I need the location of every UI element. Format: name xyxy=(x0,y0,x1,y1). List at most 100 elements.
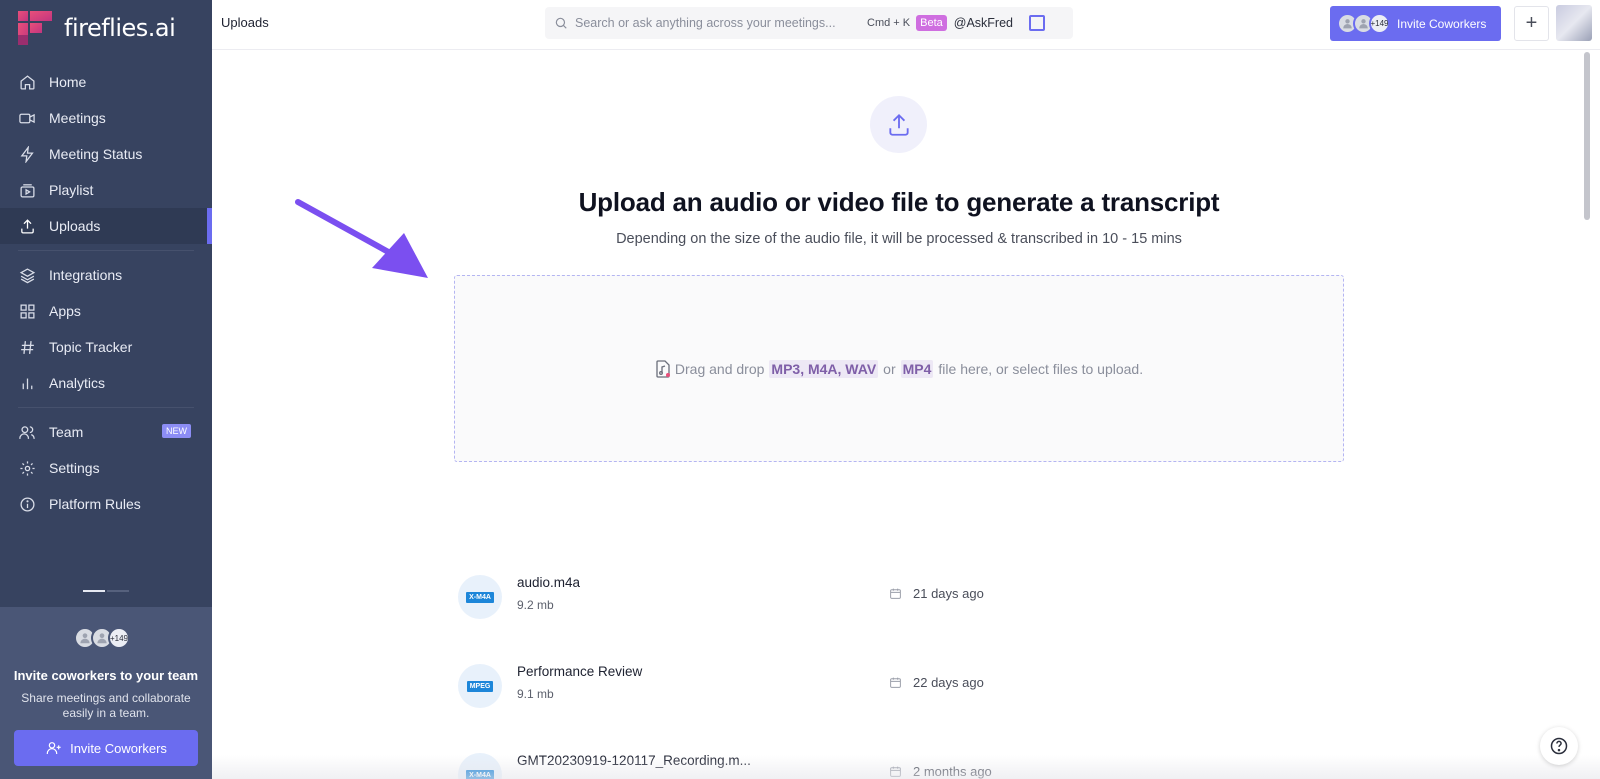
file-date-label: 2 months ago xyxy=(913,764,992,779)
bar-chart-icon xyxy=(18,374,36,392)
sidebar-item-team[interactable]: Team NEW xyxy=(0,414,212,450)
sidebar-item-label: Apps xyxy=(49,303,81,319)
playlist-icon xyxy=(18,181,36,199)
sidebar-item-label: Integrations xyxy=(49,267,123,283)
invite-button-label: Invite Coworkers xyxy=(70,740,167,756)
file-dropzone[interactable]: Drag and drop MP3, M4A, WAV or MP4 file … xyxy=(454,275,1344,462)
sidebar-item-uploads[interactable]: Uploads xyxy=(0,208,212,244)
sidebar-item-apps[interactable]: Apps xyxy=(0,293,212,329)
upload-subtitle: Depending on the size of the audio file,… xyxy=(616,231,1182,247)
info-icon xyxy=(18,495,36,513)
file-audio-icon xyxy=(655,359,671,378)
invite-panel: +149 Invite coworkers to your team Share… xyxy=(0,607,212,779)
invite-top-label: Invite Coworkers xyxy=(1397,16,1487,31)
dropzone-prefix: Drag and drop xyxy=(674,360,765,377)
user-avatar[interactable] xyxy=(1556,5,1592,41)
search-shortcut: Cmd + K xyxy=(867,17,911,29)
sidebar-item-label: Team xyxy=(49,424,84,440)
sidebar-item-label: Settings xyxy=(49,460,100,476)
layers-icon xyxy=(18,266,36,284)
sidebar-item-settings[interactable]: Settings xyxy=(0,450,212,486)
search-bar[interactable]: Search or ask anything across your meeti… xyxy=(545,7,1073,39)
file-row[interactable]: X-M4A audio.m4a 9.2 mb 21 days ago xyxy=(458,568,1348,626)
video-icon xyxy=(18,109,36,127)
new-badge: NEW xyxy=(162,424,191,438)
dropzone-format-mp4: MP4 xyxy=(900,359,934,378)
file-row[interactable]: X-M4A GMT20230919-120117_Recording.m... … xyxy=(458,746,1348,779)
fireflies-logo-icon xyxy=(18,11,52,45)
pointer-arrow-icon xyxy=(292,196,432,286)
sidebar-item-topic-tracker[interactable]: Topic Tracker xyxy=(0,329,212,365)
calendar-icon xyxy=(890,588,901,599)
file-name[interactable]: audio.m4a xyxy=(517,575,580,590)
sidebar-item-playlist[interactable]: Playlist xyxy=(0,172,212,208)
file-type-icon: X-M4A xyxy=(458,753,502,779)
sidebar-item-platform-rules[interactable]: Platform Rules xyxy=(0,486,212,522)
file-name[interactable]: GMT20230919-120117_Recording.m... xyxy=(517,753,751,768)
upload-title: Upload an audio or video file to generat… xyxy=(578,187,1220,217)
invite-coworkers-top-button[interactable]: +149 Invite Coworkers xyxy=(1330,6,1501,41)
file-date-label: 21 days ago xyxy=(913,586,984,601)
calendar-icon xyxy=(890,677,901,688)
file-size: 9.1 mb xyxy=(517,687,554,701)
askfred-toggle[interactable] xyxy=(1028,15,1045,31)
file-date-label: 22 days ago xyxy=(913,675,984,690)
avatar-count: +149 xyxy=(108,627,130,649)
beta-badge: Beta xyxy=(916,15,947,31)
invite-title: Invite coworkers to your team xyxy=(13,668,199,683)
scrollbar[interactable] xyxy=(1584,52,1590,220)
invite-subtitle: Share meetings and collaborate easily in… xyxy=(21,691,191,720)
upload-hero-icon xyxy=(870,96,927,153)
sidebar-item-integrations[interactable]: Integrations xyxy=(0,257,212,293)
sidebar-divider xyxy=(18,250,194,251)
file-date: 21 days ago xyxy=(889,586,984,601)
logo-text: fireflies.ai xyxy=(64,14,176,42)
sidebar-item-home[interactable]: Home xyxy=(0,64,212,100)
search-input[interactable]: Search or ask anything across your meeti… xyxy=(575,16,867,30)
help-button[interactable] xyxy=(1540,727,1578,765)
sidebar-item-label: Meetings xyxy=(49,110,106,126)
file-type-icon: MPEG xyxy=(458,664,502,708)
avatar-group: +149 xyxy=(1337,13,1390,34)
sidebar-item-meetings[interactable]: Meetings xyxy=(0,100,212,136)
file-type-tag: MPEG xyxy=(466,680,494,692)
search-icon xyxy=(554,16,568,30)
file-name[interactable]: Performance Review xyxy=(517,664,642,679)
bolt-icon xyxy=(18,145,36,163)
sidebar-item-label: Playlist xyxy=(49,182,94,198)
sidebar-item-label: Platform Rules xyxy=(49,496,141,512)
invite-coworkers-button[interactable]: Invite Coworkers xyxy=(14,730,198,766)
askfred-label[interactable]: @AskFred xyxy=(954,16,1013,30)
grid-icon xyxy=(18,302,36,320)
file-type-tag: X-M4A xyxy=(466,769,494,779)
sidebar: fireflies.ai Home Meetings Meeting Statu… xyxy=(0,0,212,779)
dropzone-suffix: file here, or select files to upload. xyxy=(938,360,1144,377)
sidebar-item-label: Uploads xyxy=(49,218,101,234)
sidebar-item-label: Analytics xyxy=(49,375,106,391)
file-type-icon: X-M4A xyxy=(458,575,502,619)
calendar-icon xyxy=(890,766,901,777)
sidebar-carousel-indicator[interactable] xyxy=(83,590,129,592)
sidebar-item-meeting-status[interactable]: Meeting Status xyxy=(0,136,212,172)
logo[interactable]: fireflies.ai xyxy=(18,11,176,45)
dropzone-or: or xyxy=(883,360,896,377)
file-row[interactable]: MPEG Performance Review 9.1 mb 22 days a… xyxy=(458,657,1348,715)
users-icon xyxy=(18,423,36,441)
upload-icon xyxy=(888,113,909,136)
help-icon xyxy=(1550,737,1568,755)
sidebar-item-analytics[interactable]: Analytics xyxy=(0,365,212,401)
add-button[interactable]: + xyxy=(1514,6,1549,41)
page-title: Uploads xyxy=(221,15,269,30)
sidebar-nav: Home Meetings Meeting Status Playlist Up… xyxy=(0,64,212,522)
avatar-group: +149 xyxy=(74,627,130,649)
dropzone-formats: MP3, M4A, WAV xyxy=(769,359,879,378)
add-user-icon xyxy=(46,742,61,754)
sidebar-divider xyxy=(18,407,194,408)
sidebar-item-label: Home xyxy=(49,74,87,90)
file-date: 2 months ago xyxy=(889,764,992,779)
file-size: 9.2 mb xyxy=(517,598,554,612)
avatar-count: +149 xyxy=(1369,13,1390,34)
gear-icon xyxy=(18,459,36,477)
top-bar: Uploads Search or ask anything across yo… xyxy=(212,0,1600,50)
home-icon xyxy=(18,73,36,91)
